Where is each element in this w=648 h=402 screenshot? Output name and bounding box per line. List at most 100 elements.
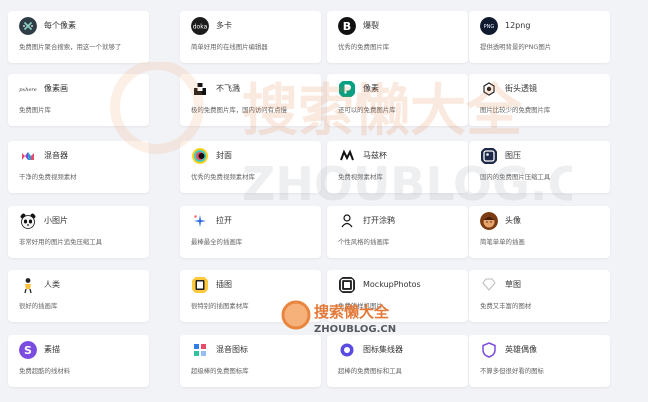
resource-description: 还可以的免费图片库: [338, 106, 396, 114]
resource-description: 简笔单单的插画: [480, 238, 525, 246]
humaaans-icon: [19, 276, 37, 294]
resource-card[interactable]: 草图免费又丰富的图材: [469, 270, 610, 322]
resource-name: 每个像素: [44, 21, 76, 30]
resource-name: 素描: [44, 345, 60, 354]
mixkit-icon: [19, 147, 37, 165]
resource-description: 优秀的免费图片库: [338, 43, 390, 51]
avatar-face-icon: [480, 212, 498, 230]
resource-description: 超级棒的免费图标库: [191, 367, 249, 375]
opendoodles-icon: [338, 212, 356, 230]
resource-description: 免费超酷的线材料: [19, 367, 71, 375]
resource-description: 免费视频素材库: [338, 173, 383, 181]
resource-name: 打开涂鸦: [363, 216, 395, 225]
illustration-icon: [191, 276, 209, 294]
resource-name: 混音器: [44, 151, 68, 160]
resource-name: 英雄偶像: [505, 345, 537, 354]
resource-name: 头像: [505, 216, 521, 225]
resource-card[interactable]: 每个像素免费图片聚合搜索，用这一个就够了: [8, 11, 149, 63]
resource-description: 非常好用的图片追免压缩工具: [19, 238, 103, 246]
resource-card[interactable]: MockupPhotos 免费的样机图片: [327, 270, 468, 322]
streetlens-icon: [480, 80, 498, 98]
resource-card[interactable]: 插图很特别的插图素材库: [180, 270, 321, 322]
coverr-icon: [191, 147, 209, 165]
resource-card[interactable]: 人类 很好的插画库: [8, 270, 149, 322]
resource-card[interactable]: 图压国内的免费图片压缩工具: [469, 141, 610, 193]
resource-description: 图片比较少的免费图片库: [480, 106, 551, 114]
resource-description: 国内的免费图片压缩工具: [480, 173, 551, 181]
resource-card[interactable]: 马兹杯免费视频素材库: [327, 141, 468, 193]
resource-card[interactable]: 拉开最棒最全的插画库: [180, 206, 321, 258]
resource-name: 像素: [363, 84, 379, 93]
resource-card[interactable]: 小图片非常好用的图片追免压缩工具: [8, 206, 149, 258]
resource-card[interactable]: 街头透镜图片比较少的免费图片库: [469, 74, 610, 126]
resource-description: 不算多但很好看的图标: [480, 367, 544, 375]
resource-card[interactable]: 图标集线器超棒的免费图标和工具: [327, 335, 468, 387]
unsplash-icon: [191, 80, 209, 98]
lakai-icon: [191, 212, 209, 230]
resource-card[interactable]: S 素描免费超酷的线材料: [8, 335, 149, 387]
resource-name: 不飞溅: [216, 84, 240, 93]
burst-b-icon: B: [338, 17, 356, 35]
resource-name: 混音图标: [216, 345, 248, 354]
resource-card[interactable]: 头像简笔单单的插画: [469, 206, 610, 258]
svg-text:S: S: [24, 344, 32, 357]
resource-card[interactable]: 像素还可以的免费图片库: [327, 74, 468, 126]
pexels-icon: [338, 80, 356, 98]
resource-card[interactable]: 英雄偶像不算多但很好看的图标: [469, 335, 610, 387]
svg-text:doka: doka: [193, 24, 208, 31]
resource-name: 封面: [216, 151, 232, 160]
resource-name: 拉开: [216, 216, 232, 225]
resource-description: 免费的样机图片: [338, 302, 383, 310]
heroicons-icon: [480, 341, 498, 359]
resource-card[interactable]: 混音图标超级棒的免费图标库: [180, 335, 321, 387]
resource-description: 最棒最全的插画库: [191, 238, 243, 246]
resource-card[interactable]: B 爆裂优秀的免费图片库: [327, 11, 468, 63]
resource-card[interactable]: doka 多卡简单好用的在线图片编辑器: [180, 11, 321, 63]
resource-description: 免费图片聚合搜索，用这一个就够了: [19, 43, 122, 51]
resource-name: 像素画: [44, 84, 68, 93]
resource-name: 街头透镜: [505, 84, 537, 93]
resource-description: 提供透明背景的PNG图片: [480, 43, 552, 51]
resource-description: 很特别的插图素材库: [191, 302, 249, 310]
resource-name: 草图: [505, 280, 521, 289]
resource-card[interactable]: 混音器干净的免费视频素材: [8, 141, 149, 193]
resource-card[interactable]: 打开涂鸦 个性风格的插画库: [327, 206, 468, 258]
doka-icon: doka: [191, 17, 209, 35]
tuya-icon: [480, 147, 498, 165]
resource-name: 插图: [216, 280, 232, 289]
resource-description: 超棒的免费图标和工具: [338, 367, 402, 375]
resource-name: 图标集线器: [363, 345, 403, 354]
resource-name: 马兹杯: [363, 151, 387, 160]
resource-card[interactable]: 不飞溅极的免费图片库，国内访问有点慢: [180, 74, 321, 126]
resource-card[interactable]: PNG 12png 提供透明背景的PNG图片: [469, 11, 610, 63]
resource-description: 免费又丰富的图材: [480, 302, 532, 310]
resource-name: 爆裂: [363, 21, 379, 30]
png-icon: PNG: [480, 17, 498, 35]
cross-dots-icon: [19, 17, 37, 35]
iconhub-icon: [338, 341, 356, 359]
resource-card[interactable]: 封面优秀的免费视频素材库: [180, 141, 321, 193]
sumiao-icon: S: [19, 341, 37, 359]
svg-text:pxhere: pxhere: [19, 87, 37, 93]
resource-description: 优秀的免费视频素材库: [191, 173, 255, 181]
resource-name: MockupPhotos: [363, 280, 421, 289]
resource-description: 简单好用的在线图片编辑器: [191, 43, 268, 51]
resource-name: 图压: [505, 151, 521, 160]
resource-description: 免费图片库: [19, 106, 51, 114]
mix-icons-icon: [191, 341, 209, 359]
svg-text:B: B: [343, 20, 351, 33]
pxhere-icon: pxhere: [19, 80, 37, 98]
resource-name: 12png: [505, 21, 531, 30]
resource-name: 人类: [44, 280, 60, 289]
resource-description: 干净的免费视频素材: [19, 173, 77, 181]
svg-text:PNG: PNG: [484, 24, 495, 30]
resource-name: 多卡: [216, 21, 232, 30]
mazwai-icon: [338, 147, 356, 165]
panda-icon: [19, 212, 37, 230]
resource-description: 极的免费图片库，国内访问有点慢: [191, 106, 287, 114]
resource-grid: 每个像素免费图片聚合搜索，用这一个就够了 doka 多卡简单好用的在线图片编辑器 B 爆…: [0, 0, 648, 402]
resource-card[interactable]: pxhere 像素画免费图片库: [8, 74, 149, 126]
resource-name: 小图片: [44, 216, 68, 225]
mockup-icon: [338, 276, 356, 294]
sketch-icon: [480, 276, 498, 294]
